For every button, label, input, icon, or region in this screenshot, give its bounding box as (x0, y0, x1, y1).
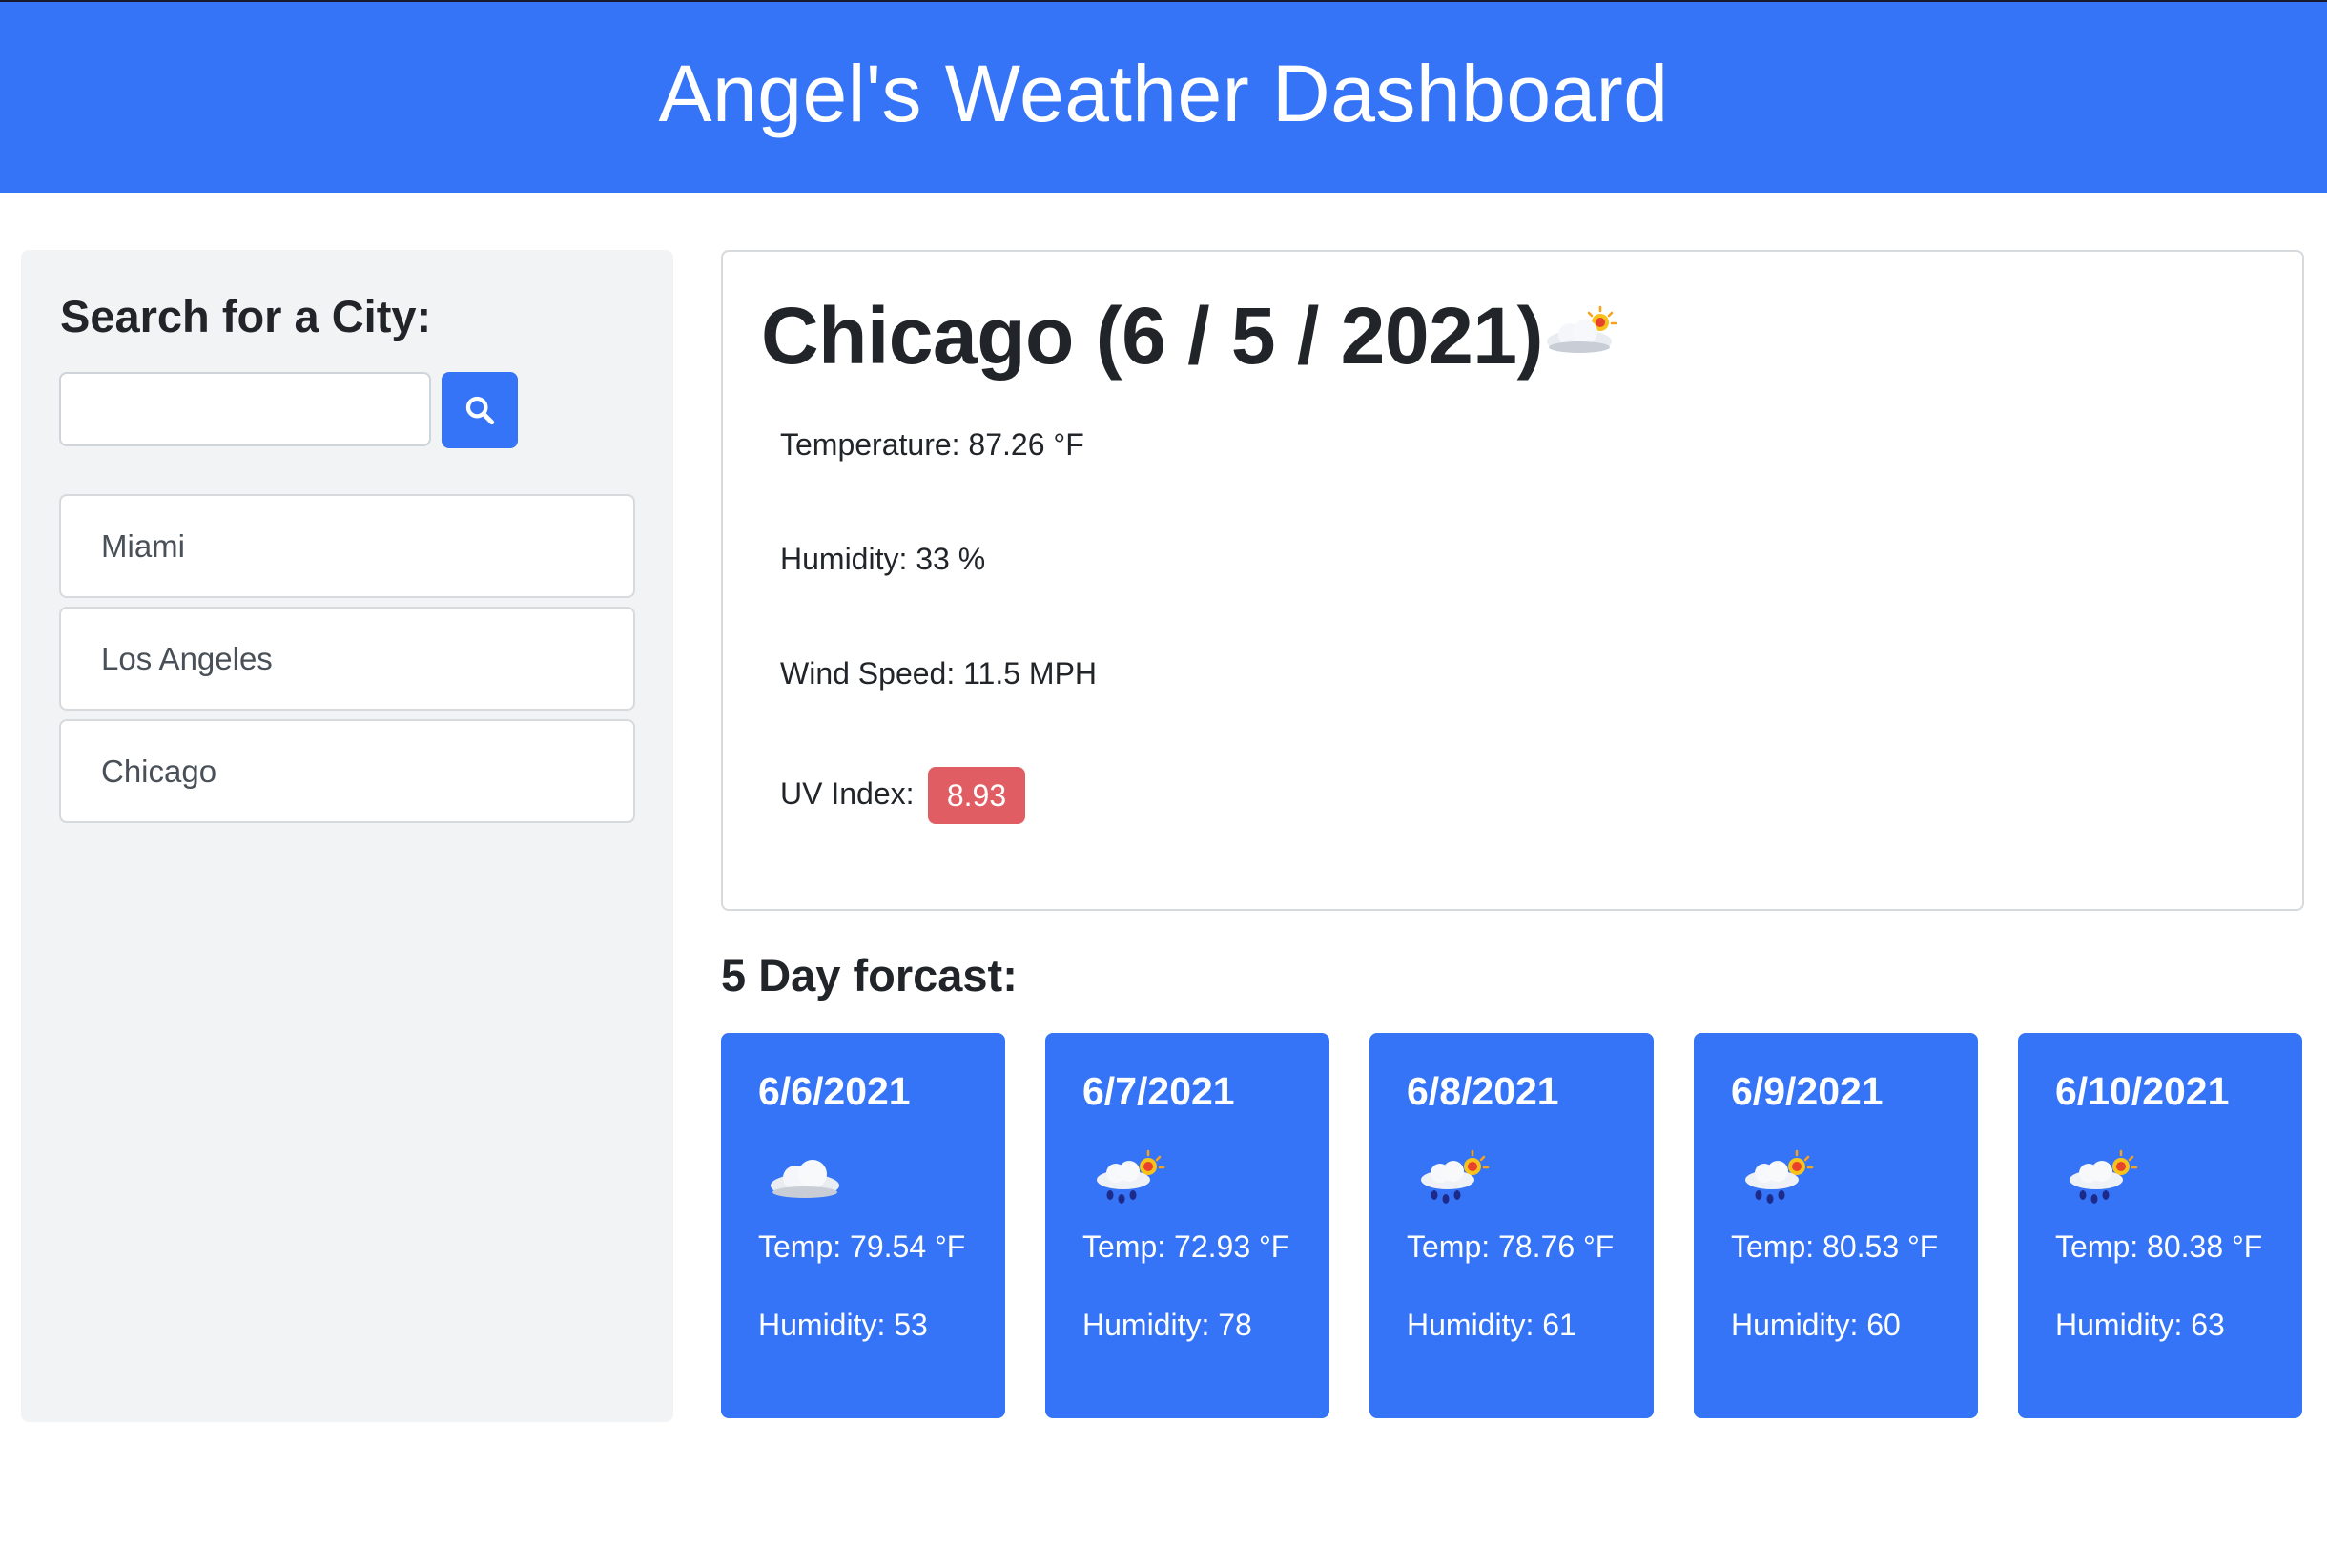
forecast-humidity: Humidity: 63 (2055, 1308, 2225, 1342)
forecast-humidity: Humidity: 60 (1731, 1308, 1901, 1342)
forecast-temp: Temp: 72.93 °F (1082, 1229, 1290, 1264)
forecast-date: 6/7/2021 (1082, 1069, 1235, 1113)
rain-sun-icon (1097, 1149, 1165, 1204)
forecast-date: 6/6/2021 (758, 1069, 911, 1113)
history-item-chicago[interactable]: Chicago (59, 719, 635, 823)
forecast-heading: 5 Day forcast: (721, 950, 1018, 1001)
forecast-card: 6/9/2021 Temp: 80.53 °F Humidity: 60 (1694, 1033, 1978, 1418)
current-wind-speed: Wind Speed: 11.5 MPH (780, 656, 1098, 691)
history-item-los-angeles[interactable]: Los Angeles (59, 607, 635, 711)
forecast-card: 6/6/2021 Temp: 79.54 °F Humidity: 53 (721, 1033, 1005, 1418)
forecast-card: 6/8/2021 Temp: 78.76 °F Humidity: 61 (1369, 1033, 1654, 1418)
search-button[interactable] (442, 372, 518, 448)
current-city-title: Chicago (6 / 5 / 2021) (761, 291, 1543, 381)
cloud-icon (771, 1160, 839, 1198)
forecast-card: 6/10/2021 Temp: 80.38 °F Humidity: 63 (2018, 1033, 2302, 1418)
search-heading: Search for a City: (60, 291, 432, 341)
city-search-input[interactable] (59, 372, 431, 446)
forecast-temp: Temp: 79.54 °F (758, 1229, 966, 1264)
weather-dashboard-page: Angel's Weather Dashboard Search for a C… (0, 0, 2327, 1568)
forecast-temp: Temp: 80.38 °F (2055, 1229, 2263, 1264)
page-title: Angel's Weather Dashboard (658, 48, 1669, 138)
forecast-humidity: Humidity: 78 (1082, 1308, 1252, 1342)
cloud-sun-icon (1547, 305, 1617, 353)
forecast-date: 6/9/2021 (1731, 1069, 1884, 1113)
current-humidity: Humidity: 33 % (780, 542, 986, 576)
current-temperature: Temperature: 87.26 °F (780, 427, 1084, 462)
search-sidebar: Search for a City: Miami Los Angeles Chi… (21, 250, 673, 1422)
app-header: Angel's Weather Dashboard (0, 0, 2327, 193)
history-item-miami[interactable]: Miami (59, 494, 635, 598)
rain-sun-icon (2070, 1149, 2138, 1204)
uv-index-label: UV Index: (780, 776, 915, 811)
forecast-card: 6/7/2021 Temp: 72.93 °F Humidity: 78 (1045, 1033, 1329, 1418)
rain-sun-icon (1421, 1149, 1490, 1204)
rain-sun-icon (1745, 1149, 1814, 1204)
forecast-humidity: Humidity: 53 (758, 1308, 928, 1342)
forecast-temp: Temp: 80.53 °F (1731, 1229, 1939, 1264)
forecast-date: 6/10/2021 (2055, 1069, 2230, 1113)
forecast-date: 6/8/2021 (1407, 1069, 1559, 1113)
current-weather-card: Chicago (6 / 5 / 2021) Temperature: 87.2… (721, 250, 2304, 911)
forecast-humidity: Humidity: 61 (1407, 1308, 1576, 1342)
search-icon (465, 396, 495, 425)
forecast-temp: Temp: 78.76 °F (1407, 1229, 1615, 1264)
uv-index-badge: 8.93 (928, 767, 1025, 824)
